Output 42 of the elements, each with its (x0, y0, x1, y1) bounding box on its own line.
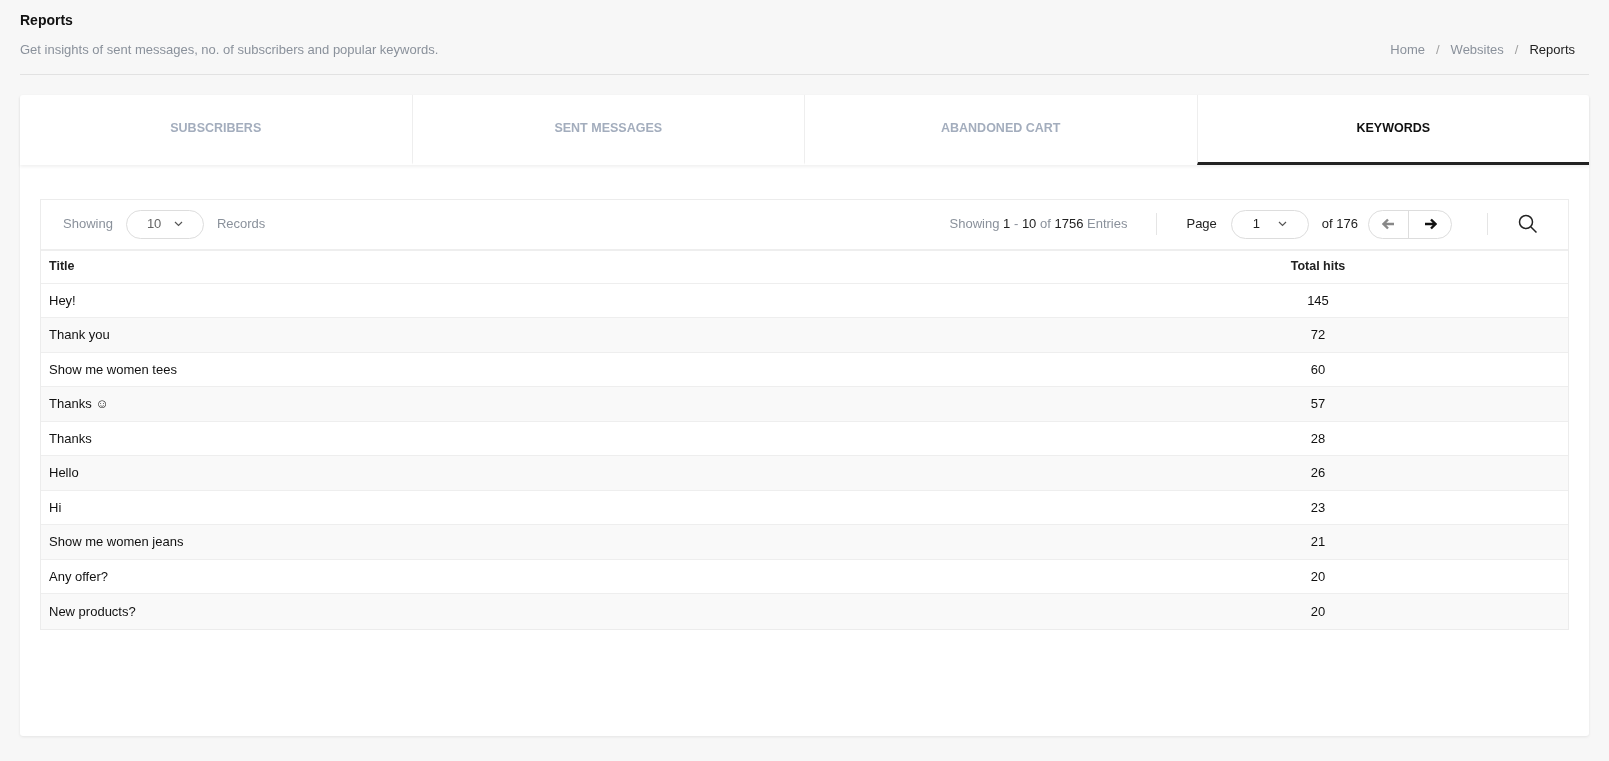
table-cell-text: 28 (1309, 429, 1327, 448)
report-tab[interactable]: KEYWORDS (1196, 94, 1589, 165)
table-cell-text: Thanks (48, 429, 93, 448)
table-cell-text: Any offer? (48, 567, 110, 586)
report-tab[interactable]: SUBSCRIBERS (20, 94, 412, 165)
breadcrumb-link[interactable]: Websites (1450, 40, 1504, 60)
entries-summary: Showing 1 - 10 of 1756 Entries (949, 215, 1128, 234)
chevron-down-icon (1277, 221, 1287, 227)
table-cell-text: 20 (1309, 567, 1327, 586)
chevron-down-icon (173, 221, 183, 227)
table-cell-text: Hello (48, 464, 80, 482)
search-icon[interactable] (1518, 214, 1538, 234)
table-cell-text: 60 (1309, 360, 1327, 379)
page-title: Reports (20, 11, 74, 30)
table-cell-text: New products? (48, 602, 137, 621)
column-header: Total hits (1289, 258, 1347, 276)
breadcrumb-separator: / (1436, 41, 1440, 59)
table-cell-text: 145 (1306, 291, 1330, 310)
arrow-right-icon (1423, 218, 1437, 230)
table-cell-text: 57 (1309, 395, 1327, 413)
table-cell-text: 20 (1309, 602, 1327, 621)
table-cell-text: Show me women tees (48, 360, 178, 379)
report-tab[interactable]: SENT MESSAGES (411, 94, 804, 165)
table-cell-text: 26 (1309, 464, 1327, 482)
table-cell-text: 23 (1309, 498, 1327, 517)
page-subtitle: Get insights of sent messages, no. of subscribers and popular keywords. (20, 41, 439, 59)
table-cell-text: 72 (1309, 326, 1327, 344)
table-cell-text: Thank you (48, 326, 111, 344)
showing-label: Showing (63, 215, 113, 234)
arrow-left-icon (1382, 218, 1395, 230)
breadcrumb-link[interactable]: Home (1390, 40, 1425, 60)
report-tab[interactable]: ABANDONED CART (804, 94, 1197, 165)
page-label: Page (1186, 215, 1217, 234)
table-cell-text: Thanks ☺ (48, 395, 110, 413)
table-cell-text: Show me women jeans (48, 533, 185, 551)
table-cell-text: 21 (1309, 533, 1327, 551)
table-cell-text: Hi (48, 498, 63, 517)
page-count: of 176 (1321, 215, 1358, 234)
breadcrumb-separator: / (1514, 41, 1519, 59)
table-cell-text: Hey! (48, 291, 77, 310)
records-label: Records (216, 215, 266, 234)
column-header: Title (48, 258, 76, 276)
